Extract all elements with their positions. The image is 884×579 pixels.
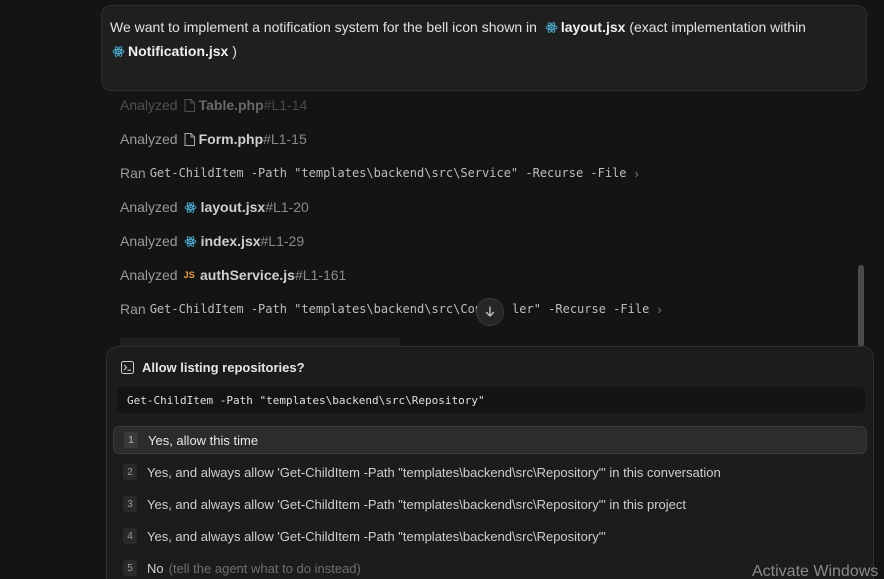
log-command: Get-ChildItem -Path "templates\backend\s… bbox=[149, 166, 627, 180]
log-range: #L1-14 bbox=[263, 97, 308, 113]
terminal-icon bbox=[121, 361, 134, 374]
log-command: ler" -Recurse -File bbox=[512, 302, 650, 316]
option-number: 4 bbox=[123, 528, 137, 544]
option-allow-always[interactable]: 4 Yes, and always allow 'Get-ChildItem -… bbox=[113, 522, 867, 550]
log-verb: Ran bbox=[120, 301, 146, 317]
log-range: #L1-20 bbox=[265, 199, 309, 215]
log-verb: Analyzed bbox=[120, 267, 178, 283]
prompt-text-part: (exact implementation within bbox=[629, 19, 806, 35]
log-range: #L1-161 bbox=[294, 267, 347, 283]
option-number: 5 bbox=[123, 560, 137, 576]
option-label: Yes, allow this time bbox=[148, 432, 259, 448]
user-prompt-text: We want to implement a notification syst… bbox=[110, 16, 858, 64]
log-item[interactable]: Analyzed Table.php #L1-14 bbox=[120, 95, 307, 115]
react-icon bbox=[184, 235, 197, 248]
log-command: Get-ChildItem -Path "templates\backend\s… bbox=[149, 302, 483, 316]
react-icon bbox=[184, 201, 197, 214]
log-range: #L1-15 bbox=[263, 131, 307, 147]
permission-command: Get-ChildItem -Path "templates\backend\s… bbox=[117, 387, 865, 413]
log-verb: Ran bbox=[120, 165, 146, 181]
js-file-icon: JS bbox=[183, 270, 196, 280]
activation-watermark: Activate Windows bbox=[752, 563, 879, 579]
arrow-down-icon bbox=[484, 306, 496, 318]
react-icon bbox=[112, 42, 125, 64]
scrollbar-thumb[interactable] bbox=[858, 265, 864, 347]
log-file: layout.jsx bbox=[200, 199, 266, 215]
option-label: Yes, and always allow 'Get-ChildItem -Pa… bbox=[147, 528, 606, 544]
permission-title: Allow listing repositories? bbox=[142, 360, 305, 375]
log-item[interactable]: Analyzed layout.jsx #L1-20 bbox=[120, 197, 309, 217]
option-label: Yes, and always allow 'Get-ChildItem -Pa… bbox=[147, 464, 721, 480]
log-verb: Analyzed bbox=[120, 199, 178, 215]
option-number: 3 bbox=[123, 496, 137, 512]
chat-window: We want to implement a notification syst… bbox=[0, 0, 884, 579]
chevron-right-icon: › bbox=[657, 301, 662, 317]
scroll-to-bottom-button[interactable] bbox=[476, 298, 504, 326]
permission-header: Allow listing repositories? bbox=[121, 360, 305, 375]
file-icon bbox=[184, 98, 195, 112]
chevron-right-icon: › bbox=[634, 165, 639, 181]
prompt-text-part: ) bbox=[232, 43, 237, 59]
log-item-command[interactable]: Ran Get-ChildItem -Path "templates\backe… bbox=[120, 299, 662, 319]
option-number: 1 bbox=[124, 432, 138, 448]
option-label: Yes, and always allow 'Get-ChildItem -Pa… bbox=[147, 496, 687, 512]
prompt-text-part: We want to implement a notification syst… bbox=[110, 19, 537, 35]
log-item[interactable]: Analyzed index.jsx #L1-29 bbox=[120, 231, 304, 251]
permission-dialog: Allow listing repositories? Get-ChildIte… bbox=[106, 346, 874, 579]
option-label: No bbox=[147, 560, 164, 576]
log-item[interactable]: Analyzed JS authService.js #L1-161 bbox=[120, 265, 346, 285]
log-file: Form.php bbox=[198, 131, 264, 147]
log-item-command[interactable]: Ran Get-ChildItem -Path "templates\backe… bbox=[120, 163, 639, 183]
log-file: index.jsx bbox=[200, 233, 261, 249]
log-verb: Analyzed bbox=[120, 233, 178, 249]
option-allow-project[interactable]: 3 Yes, and always allow 'Get-ChildItem -… bbox=[113, 490, 867, 518]
option-allow-conversation[interactable]: 2 Yes, and always allow 'Get-ChildItem -… bbox=[113, 458, 867, 486]
user-prompt-card[interactable]: We want to implement a notification syst… bbox=[101, 5, 867, 91]
file-mention-layout[interactable]: layout.jsx bbox=[561, 19, 626, 35]
option-allow-once[interactable]: 1 Yes, allow this time bbox=[113, 426, 867, 454]
log-file: Table.php bbox=[198, 97, 264, 113]
option-number: 2 bbox=[123, 464, 137, 480]
log-verb: Analyzed bbox=[120, 97, 178, 113]
option-hint: (tell the agent what to do instead) bbox=[168, 560, 361, 576]
command-text: Get-ChildItem -Path "templates\backend\s… bbox=[127, 393, 485, 407]
log-verb: Analyzed bbox=[120, 131, 178, 147]
react-icon bbox=[545, 18, 558, 40]
file-mention-notification[interactable]: Notification.jsx bbox=[128, 43, 228, 59]
log-item[interactable]: Analyzed Form.php #L1-15 bbox=[120, 129, 307, 149]
file-icon bbox=[184, 132, 195, 146]
log-range: #L1-29 bbox=[260, 233, 305, 249]
log-file: authService.js bbox=[200, 267, 295, 283]
